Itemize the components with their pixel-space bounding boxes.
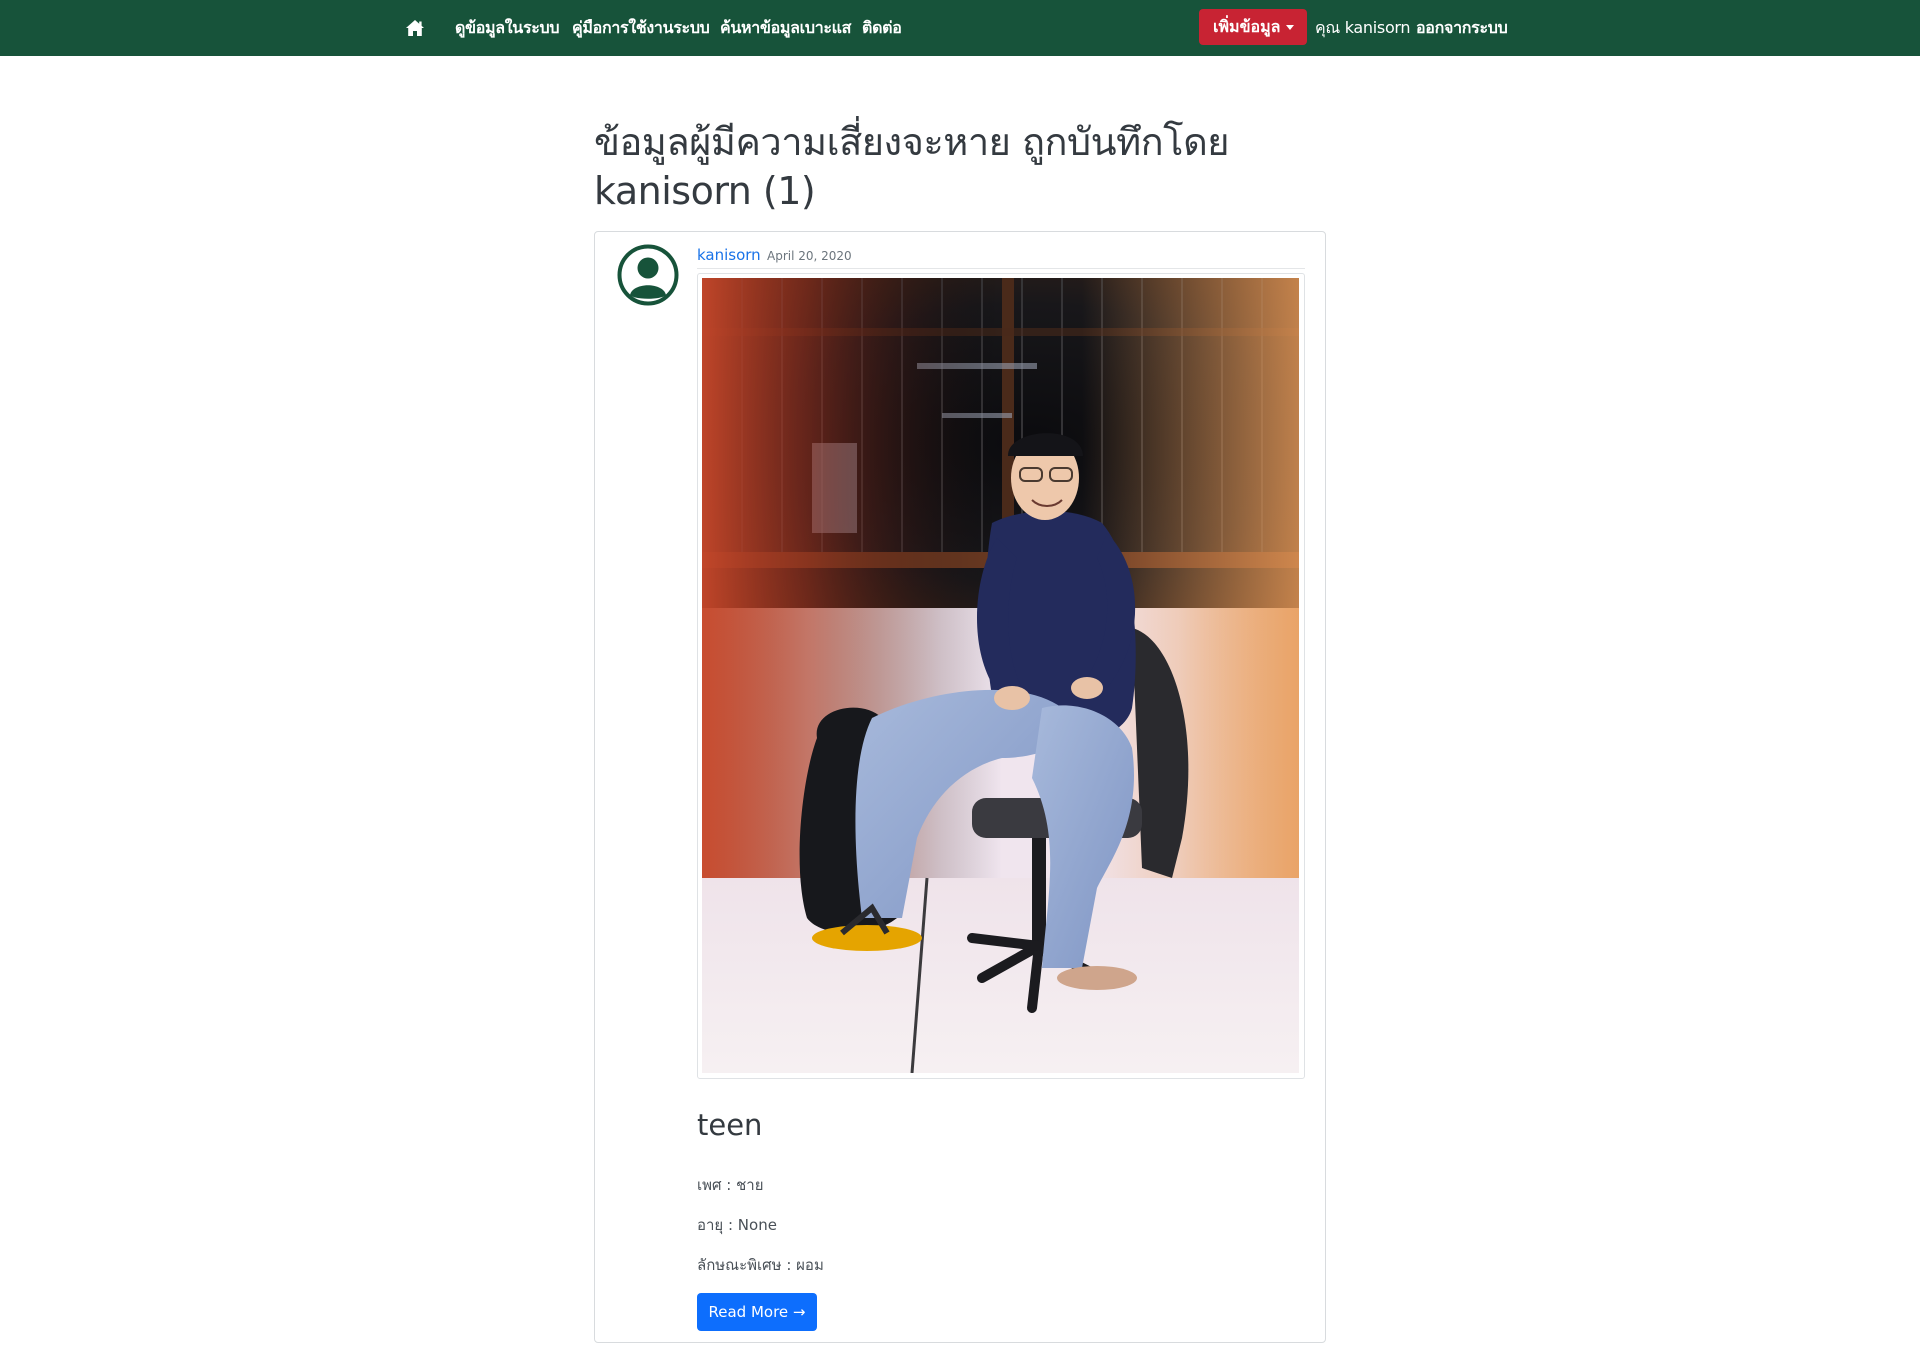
nav-search-clues[interactable]: ค้นหาข้อมูลเบาะแส: [720, 15, 851, 41]
special-features-field: ลักษณะพิเศษ : ผอม: [697, 1256, 824, 1274]
post-author-link[interactable]: kanisorn: [697, 244, 761, 266]
caret-down-icon: [1286, 25, 1294, 30]
nav-user-manual[interactable]: คู่มือการใช้งานระบบ: [572, 15, 710, 41]
post-date: April 20, 2020: [767, 249, 852, 263]
read-more-button[interactable]: Read More →: [697, 1293, 817, 1331]
nav-logout[interactable]: ออกจากระบบ: [1416, 15, 1508, 41]
user-circle-icon: [617, 244, 679, 306]
post-title: teen: [697, 1108, 763, 1142]
post-photo[interactable]: [702, 278, 1299, 1073]
home-link[interactable]: [402, 14, 428, 42]
home-icon: [406, 20, 424, 36]
add-data-label: เพิ่มข้อมูล: [1213, 17, 1281, 36]
age-field: อายุ : None: [697, 1216, 777, 1234]
page-title: ข้อมูลผู้มีความเสี่ยงจะหาย ถูกบันทึกโดย …: [594, 118, 1314, 216]
top-navbar: ดูข้อมูลในระบบ คู่มือการใช้งานระบบ ค้นหา…: [0, 0, 1920, 56]
page-title-line1: ข้อมูลผู้มีความเสี่ยงจะหาย ถูกบันทึกโดย: [594, 120, 1230, 164]
divider: [697, 268, 1305, 269]
add-data-dropdown-button[interactable]: เพิ่มข้อมูล: [1199, 9, 1307, 45]
page-title-line2: kanisorn (1): [594, 169, 816, 213]
nav-contact[interactable]: ติดต่อ: [862, 15, 902, 41]
nav-user-name[interactable]: คุณ kanisorn: [1315, 15, 1411, 41]
nav-view-data[interactable]: ดูข้อมูลในระบบ: [455, 15, 560, 41]
gender-field: เพศ : ชาย: [697, 1176, 764, 1194]
